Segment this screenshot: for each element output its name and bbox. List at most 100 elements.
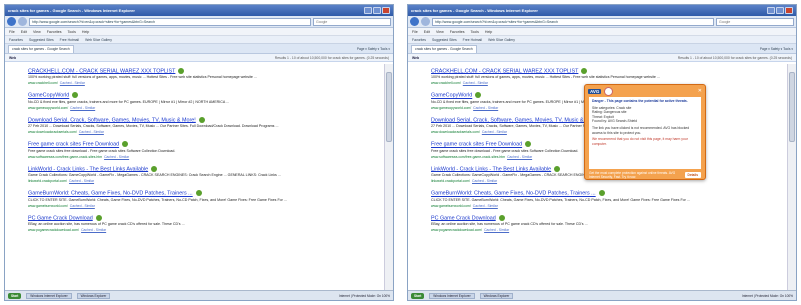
- result-title-link[interactable]: PC Game Crack Download: [431, 214, 699, 221]
- tab-search[interactable]: crack sites for games - Google Search: [8, 45, 74, 53]
- vertical-scrollbar[interactable]: [384, 64, 393, 290]
- command-bar[interactable]: Page ▾ Safety ▾ Tools ▾: [357, 47, 390, 53]
- taskbar-item[interactable]: Windows Explorer: [76, 292, 111, 299]
- favorite-link[interactable]: Suggested Sites: [432, 38, 457, 42]
- results-header: Web Results 1 - 10 of about 10,500,000 f…: [408, 54, 796, 62]
- details-button[interactable]: Details: [684, 172, 701, 178]
- result-title-link[interactable]: GameBurnWorld: Cheats, Game Fixes, No-DV…: [431, 190, 699, 197]
- cached-link[interactable]: Cached - Similar: [463, 81, 488, 85]
- tab-search[interactable]: crack sites for games - Google Search: [411, 45, 477, 53]
- result-url: www.gameburnworld.com/Cached - Similar: [28, 203, 95, 208]
- cached-link[interactable]: Cached - Similar: [482, 130, 507, 134]
- result-title-link[interactable]: PC Game Crack Download: [28, 214, 296, 221]
- results-label: Web: [412, 55, 420, 60]
- popup-warning: We recommend that you do not visit this …: [592, 137, 688, 146]
- safe-search-icon: [554, 165, 561, 172]
- result-title-link[interactable]: Download Serial, Crack, Software, Games,…: [28, 116, 296, 123]
- menu-file[interactable]: File: [9, 30, 15, 34]
- popup-footer: Get the most complete protection against…: [585, 169, 705, 179]
- menu-view[interactable]: View: [33, 30, 41, 34]
- menu-tools[interactable]: Tools: [68, 30, 76, 34]
- forward-arrow-icon[interactable]: [421, 17, 430, 26]
- maximize-button[interactable]: [373, 7, 381, 14]
- url-field[interactable]: http://www.google.com/search?hl=en&q=cra…: [432, 17, 714, 26]
- taskbar-item[interactable]: Windows Explorer: [479, 292, 514, 299]
- safe-search-icon: [178, 68, 185, 74]
- cached-link[interactable]: Cached - Similar: [473, 204, 498, 208]
- window-controls: [364, 7, 390, 14]
- cached-link[interactable]: Cached - Similar: [70, 204, 95, 208]
- safe-search-icon: [475, 92, 482, 99]
- cached-link[interactable]: Cached - Similar: [507, 155, 532, 159]
- result-title-link[interactable]: Free game crack sites Free Download: [28, 141, 296, 148]
- popup-footer-text: Get the most complete protection against…: [589, 171, 676, 179]
- cached-link[interactable]: Cached - Similar: [472, 179, 497, 183]
- cached-link[interactable]: Cached - Similar: [79, 130, 104, 134]
- cached-link[interactable]: Cached - Similar: [484, 228, 509, 232]
- menu-edit[interactable]: Edit: [21, 30, 27, 34]
- back-arrow-icon[interactable]: [7, 17, 16, 26]
- result-snippet: CLICK TO ENTER SITE. GameBurnWorld: Chea…: [431, 197, 690, 202]
- result-title-link[interactable]: LinkWorld - Crack Links - The Best Links…: [28, 165, 296, 172]
- start-button[interactable]: Start: [8, 292, 22, 299]
- vertical-scrollbar[interactable]: [787, 64, 796, 290]
- favorites-bar: Favorites Suggested Sites Free Hotmail W…: [408, 36, 796, 44]
- favorite-link[interactable]: Suggested Sites: [29, 38, 54, 42]
- back-arrow-icon[interactable]: [410, 17, 419, 26]
- favorite-link[interactable]: Web Slice Gallery: [488, 38, 515, 42]
- result-snippet: Free game crack sites free download - Fr…: [28, 148, 176, 153]
- search-field[interactable]: Google: [313, 17, 391, 26]
- url-field[interactable]: http://www.google.com/search?hl=en&q=cra…: [29, 17, 311, 26]
- cached-link[interactable]: Cached - Similar: [473, 106, 498, 110]
- safe-search-icon: [122, 141, 129, 148]
- scrollbar-thumb[interactable]: [386, 72, 392, 142]
- window-controls: [767, 7, 793, 14]
- cached-link[interactable]: Cached - Similar: [81, 228, 106, 232]
- safe-search-icon: [581, 68, 588, 74]
- close-icon[interactable]: ✕: [698, 88, 702, 94]
- close-button[interactable]: [382, 7, 390, 14]
- menu-favorites[interactable]: Favorites: [450, 30, 465, 34]
- close-button[interactable]: [785, 7, 793, 14]
- cached-link[interactable]: Cached - Similar: [70, 106, 95, 110]
- forward-arrow-icon[interactable]: [18, 17, 27, 26]
- minimize-button[interactable]: [767, 7, 775, 14]
- menu-view[interactable]: View: [436, 30, 444, 34]
- taskbar-item[interactable]: Windows Internet Explorer: [429, 292, 475, 299]
- cached-link[interactable]: Cached - Similar: [104, 155, 129, 159]
- result-title-link[interactable]: GameCopyWorld: [28, 92, 296, 99]
- favorite-link[interactable]: Free Hotmail: [60, 38, 79, 42]
- menu-edit[interactable]: Edit: [424, 30, 430, 34]
- window-title-bar: crack sites for games - Google Search - …: [5, 5, 393, 16]
- safe-search-icon: [195, 190, 202, 197]
- favorites-button[interactable]: Favorites: [9, 38, 23, 42]
- results-stats: Results 1 - 10 of about 10,500,000 for c…: [274, 55, 389, 60]
- result-title-link[interactable]: CRACKHELL.COM - CRACK SERIAL WAREZ XXX T…: [431, 68, 699, 74]
- taskbar-item[interactable]: Windows Internet Explorer: [26, 292, 72, 299]
- menu-help[interactable]: Help: [485, 30, 492, 34]
- cached-link[interactable]: Cached - Similar: [60, 81, 85, 85]
- search-field[interactable]: Google: [716, 17, 794, 26]
- favorite-link[interactable]: Web Slice Gallery: [85, 38, 112, 42]
- address-bar: http://www.google.com/search?hl=en&q=cra…: [5, 16, 393, 28]
- result-url: www.pcgamecrackdownload.com/Cached - Sim…: [28, 227, 107, 232]
- command-bar[interactable]: Page ▾ Safety ▾ Tools ▾: [760, 47, 793, 53]
- maximize-button[interactable]: [776, 7, 784, 14]
- start-button[interactable]: Start: [411, 292, 425, 299]
- result-url: www.gamecopyworld.com/Cached - Similar: [28, 105, 96, 110]
- popup-details: Site categories: Crack site Rating: Dang…: [592, 106, 698, 124]
- menu-file[interactable]: File: [412, 30, 418, 34]
- menu-help[interactable]: Help: [82, 30, 89, 34]
- result-title-link[interactable]: CRACKHELL.COM - CRACK SERIAL WAREZ XXX T…: [28, 68, 296, 74]
- menu-favorites[interactable]: Favorites: [47, 30, 62, 34]
- security-zone: Internet | Protected Mode: On 100%: [742, 293, 793, 298]
- minimize-button[interactable]: [364, 7, 372, 14]
- result-title-link[interactable]: GameBurnWorld: Cheats, Game Fixes, No-DV…: [28, 190, 296, 197]
- scrollbar-thumb[interactable]: [789, 72, 795, 142]
- favorites-button[interactable]: Favorites: [412, 38, 426, 42]
- cached-link[interactable]: Cached - Similar: [69, 179, 94, 183]
- menu-tools[interactable]: Tools: [471, 30, 479, 34]
- result-snippet: 100% working pirated stuff: full version…: [431, 75, 660, 80]
- result-snippet: No-CD & fixed exe files, game cracks, tr…: [28, 99, 230, 104]
- favorite-link[interactable]: Free Hotmail: [463, 38, 482, 42]
